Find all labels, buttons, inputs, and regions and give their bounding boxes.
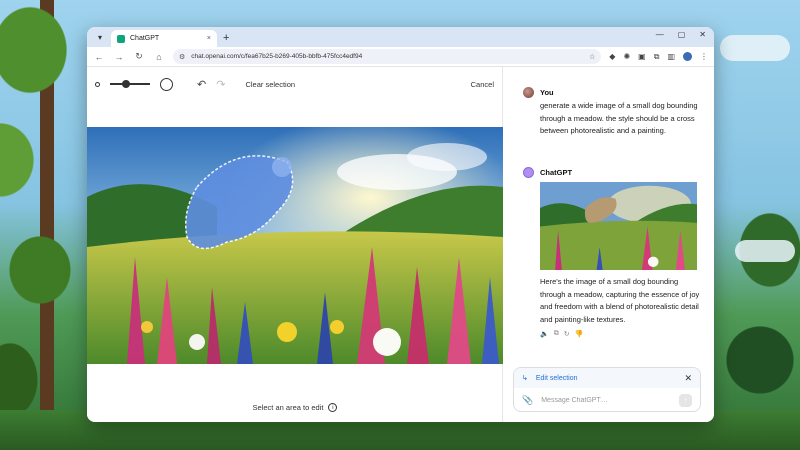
chatgpt-avatar (523, 167, 534, 178)
edit-selection-label: Edit selection (535, 374, 578, 382)
browser-toolbar: ← → ↻ ⌂ ⚙ chat.openai.com/c/fea67b25-b26… (87, 47, 714, 67)
user-avatar (523, 87, 534, 98)
tab-strip: ▾ ChatGPT × + — ▢ ✕ (87, 27, 714, 47)
user-message: You generate a wide image of a small dog… (523, 87, 703, 138)
editable-image[interactable] (87, 127, 503, 364)
tab-close-icon[interactable]: × (207, 35, 211, 42)
composer-input-row: 📎 ↑ (514, 388, 700, 412)
attach-paperclip-icon[interactable]: 📎 (522, 395, 533, 406)
side-panel-icon[interactable]: ▥ (667, 52, 675, 61)
copy-icon[interactable]: ⧉ (554, 330, 559, 338)
forward-icon[interactable]: → (113, 52, 125, 62)
edit-toolbar: ↶ ↷ Clear selection Cancel (87, 67, 502, 101)
send-button[interactable]: ↑ (679, 393, 692, 407)
browser-window: ▾ ChatGPT × + — ▢ ✕ ← → ↻ ⌂ ⚙ chat.opena… (87, 27, 714, 422)
window-controls: — ▢ ✕ (656, 30, 706, 39)
user-message-header: You (523, 87, 703, 98)
new-tab-button[interactable]: + (223, 31, 229, 45)
message-composer: ↳ Edit selection ✕ 📎 ↑ (513, 367, 701, 412)
back-icon[interactable]: ← (93, 52, 105, 62)
meadow-dog-image (87, 127, 503, 364)
wallpaper-cloud (735, 240, 795, 262)
generated-image-thumbnail[interactable] (540, 182, 697, 270)
brush-size-large-icon[interactable] (160, 77, 173, 91)
close-window-icon[interactable]: ✕ (699, 30, 706, 39)
extension-layers-icon[interactable]: ◆ (609, 52, 615, 61)
extension-shop-icon[interactable]: ▣ (638, 52, 646, 61)
assistant-name: ChatGPT (540, 168, 573, 177)
tab-chatgpt[interactable]: ChatGPT × (111, 30, 217, 47)
clear-selection-button[interactable]: Clear selection (245, 80, 295, 89)
edit-selection-row: ↳ Edit selection ✕ (514, 368, 700, 388)
wallpaper-cloud (720, 35, 790, 61)
tab-title: ChatGPT (130, 35, 160, 42)
regenerate-icon[interactable]: ↻ (564, 330, 570, 338)
address-bar[interactable]: ⚙ chat.openai.com/c/fea67b25-b269-405b-b… (173, 49, 602, 64)
message-actions: 🔈 ⧉ ↻ 👎 (540, 330, 703, 338)
assistant-message-header: ChatGPT (523, 167, 703, 178)
profile-avatar-icon[interactable] (683, 52, 692, 61)
read-aloud-icon[interactable]: 🔈 (540, 330, 549, 338)
assistant-message: ChatGPT Here's the image of a small dog … (523, 167, 703, 338)
brush-size-small-icon[interactable] (95, 81, 100, 87)
brush-size-slider[interactable] (110, 80, 150, 88)
url-text: chat.openai.com/c/fea67b25-b269-405b-bbf… (191, 53, 363, 60)
minimize-icon[interactable]: — (656, 30, 664, 39)
user-name: You (540, 88, 554, 97)
assistant-message-text: Here's the image of a small dog bounding… (540, 277, 700, 324)
slider-knob[interactable] (122, 80, 130, 88)
home-icon[interactable]: ⌂ (153, 52, 165, 62)
chatgpt-favicon-icon (117, 34, 125, 43)
wallpaper-tree-left (0, 0, 100, 450)
extension-icons: ◆ ✺ ▣ ⧉ ▥ ⋮ (609, 52, 708, 62)
cancel-button[interactable]: Cancel (471, 80, 494, 89)
user-message-text: generate a wide image of a small dog bou… (540, 101, 698, 135)
thumbnail-image (540, 182, 697, 270)
tab-search-icon[interactable]: ▾ (91, 28, 109, 46)
page-content: ↶ ↷ Clear selection Cancel Select an are… (87, 67, 714, 422)
extension-gear-icon[interactable]: ✺ (623, 52, 630, 61)
redo-icon[interactable]: ↷ (216, 78, 225, 91)
undo-icon[interactable]: ↶ (197, 78, 206, 91)
hint-text: Select an area to edit (252, 403, 324, 412)
close-edit-selection-icon[interactable]: ✕ (684, 373, 692, 384)
bookmark-star-icon[interactable]: ☆ (589, 53, 595, 61)
chat-panel: You generate a wide image of a small dog… (503, 67, 714, 422)
message-input[interactable] (541, 396, 671, 404)
select-area-hint: Select an area to edit i (87, 403, 503, 412)
thumbs-down-icon[interactable]: 👎 (575, 330, 584, 338)
site-info-icon[interactable]: ⚙ (179, 53, 185, 61)
image-editor: ↶ ↷ Clear selection Cancel Select an are… (87, 67, 503, 422)
reload-icon[interactable]: ↻ (133, 51, 145, 62)
browser-menu-icon[interactable]: ⋮ (700, 52, 708, 61)
edit-selection-arrow-icon: ↳ (522, 375, 528, 382)
maximize-icon[interactable]: ▢ (678, 30, 686, 39)
info-icon[interactable]: i (328, 403, 338, 412)
extensions-puzzle-icon[interactable]: ⧉ (654, 52, 660, 62)
